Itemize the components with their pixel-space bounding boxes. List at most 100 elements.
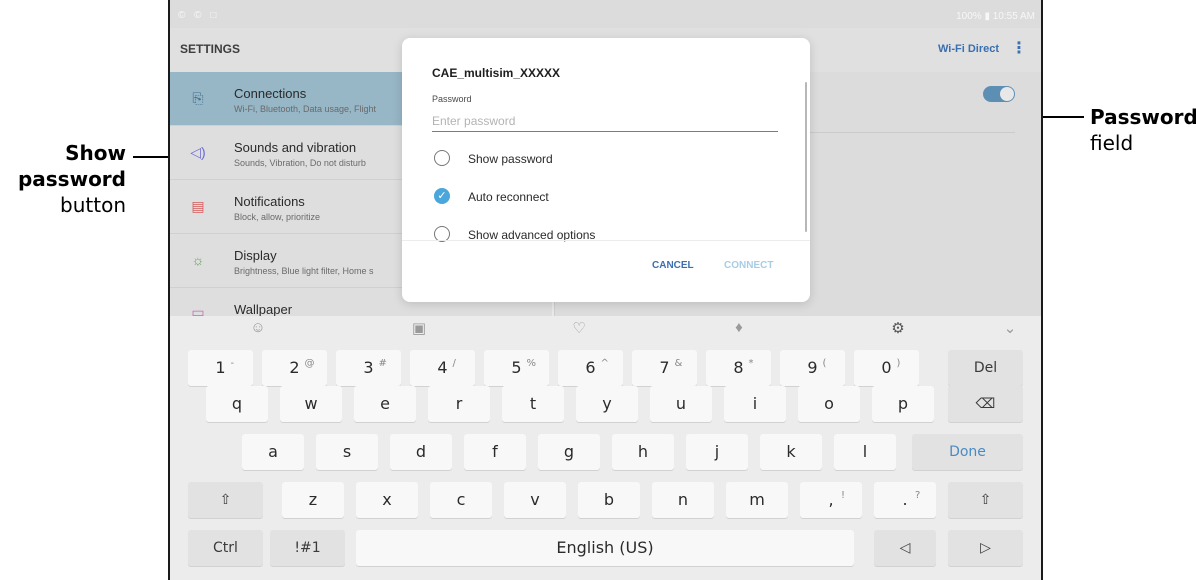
key-w[interactable]: w	[280, 386, 342, 422]
auto-reconnect-option[interactable]: ✓ Auto reconnect	[432, 184, 792, 208]
key-8[interactable]: 8 *	[706, 350, 771, 386]
key-2[interactable]: 2 @	[262, 350, 327, 386]
key-z[interactable]: z	[282, 482, 344, 518]
key-u[interactable]: u	[650, 386, 712, 422]
key-g[interactable]: g	[538, 434, 600, 470]
key-p[interactable]: p	[872, 386, 934, 422]
key-secondary-label: *	[748, 358, 754, 369]
key-v[interactable]: v	[504, 482, 566, 518]
key-5[interactable]: 5%	[484, 350, 549, 386]
sticker-icon[interactable]: ♡	[567, 319, 591, 337]
key-label: !#1	[294, 540, 321, 556]
show-password-option[interactable]: Show password	[432, 146, 792, 170]
settings-item-subtitle: Sounds, Vibration, Do not disturb	[234, 158, 366, 168]
key-3[interactable]: 3 #	[336, 350, 401, 386]
key-r[interactable]: r	[428, 386, 490, 422]
gif-icon[interactable]: ▣	[407, 319, 431, 337]
more-options-icon[interactable]: ⋮	[1011, 38, 1027, 58]
key-y[interactable]: y	[576, 386, 638, 422]
key-label: b	[603, 490, 615, 509]
delete-key[interactable]: Del	[948, 350, 1023, 386]
key-1[interactable]: 1-	[188, 350, 253, 386]
dialog-scrollbar[interactable]	[805, 82, 807, 232]
key-x[interactable]: x	[356, 482, 418, 518]
symbols-key[interactable]: !#1	[270, 530, 345, 566]
key-label: f	[492, 442, 498, 461]
key-0[interactable]: 0)	[854, 350, 919, 386]
key-e[interactable]: e	[354, 386, 416, 422]
status-battery-time: 100% ▮ 10:55 AM	[956, 11, 1035, 22]
left-shift-key[interactable]: ⇧	[188, 482, 263, 518]
key-secondary-label: #	[378, 358, 387, 369]
key-6[interactable]: 6 ^	[558, 350, 623, 386]
chevron-down-icon[interactable]: ⌄	[998, 319, 1022, 337]
stage: Show password button Password field © © …	[0, 0, 1196, 580]
wifi-password-dialog: CAE_multisim_XXXXX Password Show passwor…	[402, 38, 810, 302]
key-label: z	[308, 490, 318, 509]
gear-icon[interactable]: ⚙	[886, 319, 910, 337]
space-bar[interactable]: English (US)	[356, 530, 854, 566]
password-field[interactable]	[432, 110, 778, 132]
key-label: q	[231, 394, 243, 413]
key-j[interactable]: j	[686, 434, 748, 470]
key-label: c	[456, 490, 466, 509]
cancel-button[interactable]: CANCEL	[652, 260, 694, 271]
connect-button[interactable]: CONNECT	[724, 260, 773, 271]
key-o[interactable]: o	[798, 386, 860, 422]
key-7[interactable]: 7 &	[632, 350, 697, 386]
notifications-icon: ▤	[191, 198, 205, 214]
dialog-divider	[402, 240, 810, 241]
option-label: Show password	[468, 152, 553, 166]
key-i[interactable]: i	[724, 386, 786, 422]
settings-item-subtitle: Wi-Fi, Bluetooth, Data usage, Flight	[234, 104, 377, 114]
callout-bold-1: Show	[65, 141, 126, 165]
key-q[interactable]: q	[206, 386, 268, 422]
key-9[interactable]: 9(	[780, 350, 845, 386]
key-a[interactable]: a	[242, 434, 304, 470]
password-label: Password	[432, 94, 472, 104]
comma-key[interactable]: ,!	[800, 482, 862, 518]
status-bar: © © □ 100% ▮ 10:55 AM	[170, 0, 1041, 28]
backspace-key[interactable]: ⌫	[948, 386, 1023, 422]
microphone-icon[interactable]: ♦	[727, 319, 751, 336]
key-label: l	[862, 442, 868, 461]
key-h[interactable]: h	[612, 434, 674, 470]
wifi-toggle[interactable]	[983, 86, 1015, 102]
auto-reconnect-checkbox[interactable]: ✓	[434, 188, 450, 204]
key-t[interactable]: t	[502, 386, 564, 422]
key-label: d	[415, 442, 427, 461]
emoji-icon[interactable]: ☺	[246, 319, 270, 336]
key-d[interactable]: d	[390, 434, 452, 470]
key-label: j	[714, 442, 720, 461]
period-key[interactable]: .?	[874, 482, 936, 518]
key-label: ◁	[899, 540, 911, 556]
key-l[interactable]: l	[834, 434, 896, 470]
key-c[interactable]: c	[430, 482, 492, 518]
show-password-checkbox[interactable]	[434, 150, 450, 166]
key-label: 3	[363, 358, 374, 377]
key-f[interactable]: f	[464, 434, 526, 470]
key-label: ⌫	[975, 396, 996, 412]
key-m[interactable]: m	[726, 482, 788, 518]
ctrl-key[interactable]: Ctrl	[188, 530, 263, 566]
wifi-direct-button[interactable]: Wi-Fi Direct	[938, 43, 999, 55]
key-label: p	[897, 394, 909, 413]
key-label: ⇧	[979, 492, 992, 508]
tablet-frame: © © □ 100% ▮ 10:55 AM SETTINGS Wi-Fi Dir…	[168, 0, 1043, 580]
key-label: r	[455, 394, 463, 413]
key-label: g	[563, 442, 575, 461]
key-label: i	[752, 394, 758, 413]
left-arrow-key[interactable]: ◁	[874, 530, 936, 566]
right-shift-key[interactable]: ⇧	[948, 482, 1023, 518]
advanced-options-option[interactable]: Show advanced options	[432, 222, 792, 246]
key-4[interactable]: 4/	[410, 350, 475, 386]
key-s[interactable]: s	[316, 434, 378, 470]
done-key[interactable]: Done	[912, 434, 1023, 470]
right-arrow-key[interactable]: ▷	[948, 530, 1023, 566]
key-secondary-label: ?	[915, 490, 921, 501]
key-n[interactable]: n	[652, 482, 714, 518]
key-label: ▷	[980, 540, 991, 556]
key-label: e	[380, 394, 390, 413]
key-k[interactable]: k	[760, 434, 822, 470]
key-b[interactable]: b	[578, 482, 640, 518]
